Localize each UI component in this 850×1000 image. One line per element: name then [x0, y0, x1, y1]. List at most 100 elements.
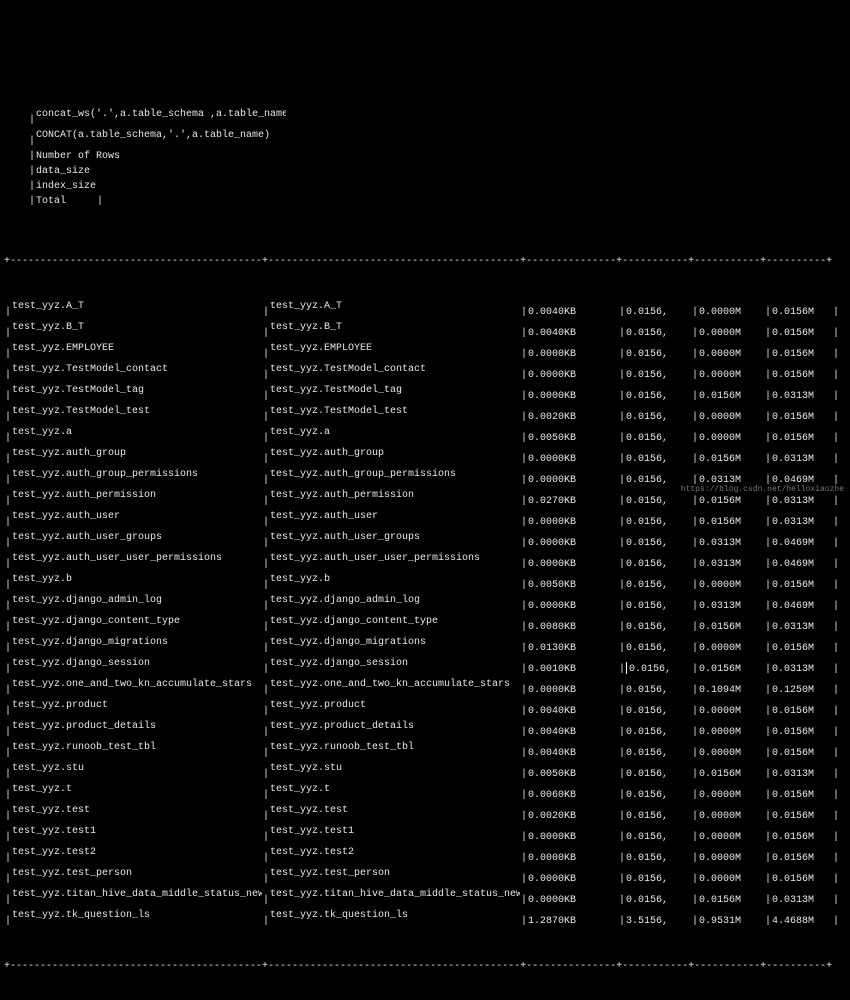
terminal-output[interactable]: |concat_ws('.',a.table_schema ,a.table_n…	[0, 60, 850, 1000]
cell-datasize: 0.0156,	[626, 620, 691, 635]
cell-total: 0.0469M	[772, 557, 832, 572]
text-cursor	[626, 662, 627, 674]
cell-tablename2: test_yyz.auth_user_user_permissions	[270, 551, 520, 566]
cell-tablename1: test_yyz.django_migrations	[12, 635, 262, 650]
cell-tablename2: test_yyz.auth_group	[270, 446, 520, 461]
cell-numrows: 0.0040KB	[528, 326, 618, 341]
cell-total: 0.0469M	[772, 599, 832, 614]
cell-indexsize: 0.0000M	[699, 851, 764, 866]
table-row: |test_yyz.auth_user|test_yyz.auth_user|0…	[4, 509, 846, 530]
cell-tablename2: test_yyz.TestModel_test	[270, 404, 520, 419]
cell-indexsize: 0.0000M	[699, 788, 764, 803]
table-row: |test_yyz.titan_hive_data_middle_status_…	[4, 887, 846, 908]
cell-total: 0.0156M	[772, 851, 832, 866]
col-header-2: CONCAT(a.table_schema,'.',a.table_name)	[36, 128, 286, 143]
separator-line: +---------------------------------------…	[4, 254, 846, 269]
cell-total: 0.0156M	[772, 410, 832, 425]
cell-tablename2: test_yyz.django_migrations	[270, 635, 520, 650]
table-row: |test_yyz.auth_user_user_permissions|tes…	[4, 551, 846, 572]
cell-datasize: 0.0156,	[626, 893, 691, 908]
cell-tablename1: test_yyz.test_person	[12, 866, 262, 881]
cell-numrows: 0.0040KB	[528, 746, 618, 761]
cell-tablename1: test_yyz.auth_user_groups	[12, 530, 262, 545]
cell-tablename1: test_yyz.product_details	[12, 719, 262, 734]
cell-tablename1: test_yyz.test2	[12, 845, 262, 860]
cell-indexsize: 0.0156M	[699, 494, 764, 509]
cell-numrows: 0.0000KB	[528, 872, 618, 887]
cell-numrows: 0.0010KB	[528, 662, 618, 677]
table-row: |test_yyz.product|test_yyz.product|0.004…	[4, 698, 846, 719]
table-row: |test_yyz.django_session|test_yyz.django…	[4, 656, 846, 677]
cell-numrows: 0.0040KB	[528, 704, 618, 719]
table-row: |test_yyz.TestModel_test|test_yyz.TestMo…	[4, 404, 846, 425]
table-row: |test_yyz.test|test_yyz.test|0.0020KB|0.…	[4, 803, 846, 824]
cell-indexsize: 0.0000M	[699, 410, 764, 425]
cell-tablename2: test_yyz.tk_question_ls	[270, 908, 520, 923]
table-row: |test_yyz.A_T|test_yyz.A_T|0.0040KB|0.01…	[4, 299, 846, 320]
cell-tablename2: test_yyz.TestModel_contact	[270, 362, 520, 377]
cell-tablename2: test_yyz.test2	[270, 845, 520, 860]
cell-total: 0.0156M	[772, 305, 832, 320]
cell-total: 0.0156M	[772, 347, 832, 362]
table-row: |test_yyz.django_admin_log|test_yyz.djan…	[4, 593, 846, 614]
table-row: |test_yyz.tk_question_ls|test_yyz.tk_que…	[4, 908, 846, 929]
cell-datasize: 0.0156,	[626, 410, 691, 425]
cell-tablename2: test_yyz.test	[270, 803, 520, 818]
cell-tablename1: test_yyz.auth_user_user_permissions	[12, 551, 262, 566]
cell-total: 0.0156M	[772, 431, 832, 446]
cell-datasize: 0.0156,	[626, 809, 691, 824]
cell-datasize: 0.0156,	[626, 683, 691, 698]
cell-datasize: 0.0156,	[626, 494, 691, 509]
cell-tablename2: test_yyz.B_T	[270, 320, 520, 335]
cell-total: 0.0313M	[772, 494, 832, 509]
cell-tablename2: test_yyz.product	[270, 698, 520, 713]
cell-indexsize: 0.1094M	[699, 683, 764, 698]
table-header-row: |concat_ws('.',a.table_schema ,a.table_n…	[4, 92, 846, 224]
cell-tablename2: test_yyz.test_person	[270, 866, 520, 881]
cell-indexsize: 0.0000M	[699, 347, 764, 362]
cell-datasize: 0.0156,	[626, 452, 691, 467]
cell-tablename1: test_yyz.product	[12, 698, 262, 713]
table-row: |test_yyz.TestModel_contact|test_yyz.Tes…	[4, 362, 846, 383]
cell-tablename2: test_yyz.titan_hive_data_middle_status_n…	[270, 887, 520, 902]
cell-datasize: 0.0156,	[626, 599, 691, 614]
cell-numrows: 0.0000KB	[528, 536, 618, 551]
table-row: |test_yyz.test2|test_yyz.test2|0.0000KB|…	[4, 845, 846, 866]
cell-tablename1: test_yyz.runoob_test_tbl	[12, 740, 262, 755]
cell-numrows: 0.0080KB	[528, 620, 618, 635]
cell-numrows: 0.0050KB	[528, 431, 618, 446]
cell-tablename2: test_yyz.test1	[270, 824, 520, 839]
cell-tablename1: test_yyz.b	[12, 572, 262, 587]
table-row: |test_yyz.b|test_yyz.b|0.0050KB|0.0156,|…	[4, 572, 846, 593]
cell-tablename2: test_yyz.A_T	[270, 299, 520, 314]
cell-tablename2: test_yyz.t	[270, 782, 520, 797]
cell-numrows: 0.0050KB	[528, 578, 618, 593]
cell-datasize: 0.0156,	[626, 347, 691, 362]
cell-tablename2: test_yyz.b	[270, 572, 520, 587]
cell-tablename1: test_yyz.auth_user	[12, 509, 262, 524]
cell-numrows: 0.0040KB	[528, 305, 618, 320]
cell-indexsize: 0.0156M	[699, 452, 764, 467]
cell-indexsize: 0.0156M	[699, 662, 764, 677]
cell-indexsize: 0.0000M	[699, 704, 764, 719]
cell-tablename2: test_yyz.auth_user	[270, 509, 520, 524]
cell-numrows: 0.0000KB	[528, 893, 618, 908]
col-header-1: concat_ws('.',a.table_schema ,a.table_na…	[36, 107, 286, 122]
cell-numrows: 0.0000KB	[528, 851, 618, 866]
cell-datasize: 0.0156,	[626, 578, 691, 593]
table-row: |test_yyz.test_person|test_yyz.test_pers…	[4, 866, 846, 887]
cell-numrows: 0.0060KB	[528, 788, 618, 803]
cell-numrows: 0.0000KB	[528, 683, 618, 698]
cell-tablename2: test_yyz.django_content_type	[270, 614, 520, 629]
cell-datasize: 0.0156,	[626, 662, 691, 677]
cell-tablename2: test_yyz.stu	[270, 761, 520, 776]
table-row: |test_yyz.product_details|test_yyz.produ…	[4, 719, 846, 740]
table-row: |test_yyz.B_T|test_yyz.B_T|0.0040KB|0.01…	[4, 320, 846, 341]
cell-indexsize: 0.0156M	[699, 515, 764, 530]
cell-total: 0.0313M	[772, 515, 832, 530]
cell-total: 0.0313M	[772, 452, 832, 467]
cell-datasize: 0.0156,	[626, 872, 691, 887]
cell-total: 0.0313M	[772, 767, 832, 782]
cell-total: 0.0156M	[772, 326, 832, 341]
cell-numrows: 0.0000KB	[528, 389, 618, 404]
